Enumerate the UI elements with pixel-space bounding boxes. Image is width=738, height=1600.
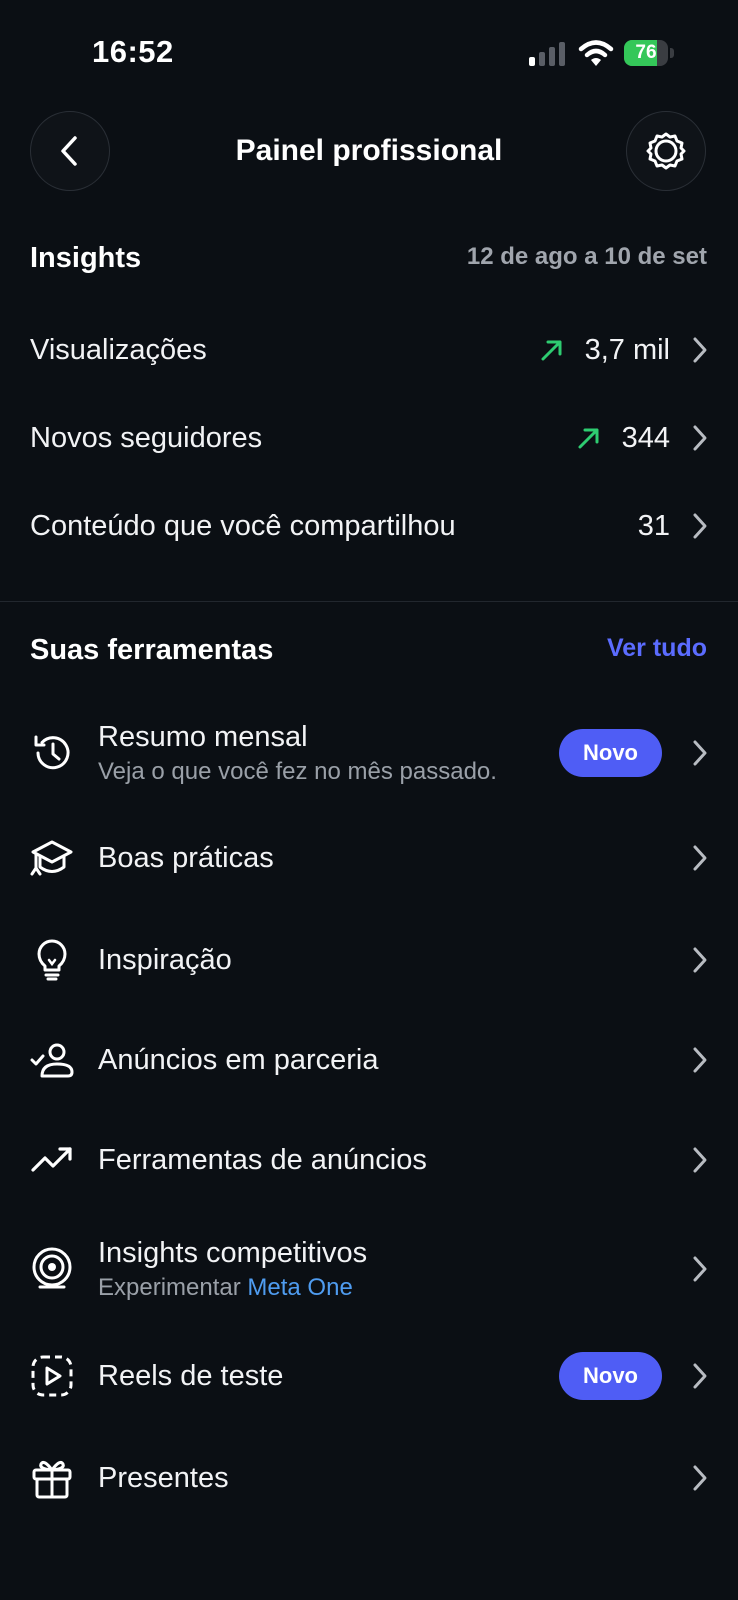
tool-item-competitive-insights[interactable]: Insights competitivos Experimentar Meta … bbox=[30, 1224, 708, 1314]
insights-title: Insights bbox=[30, 242, 142, 274]
see-all-link[interactable]: Ver tudo bbox=[607, 634, 707, 663]
user-check-icon bbox=[30, 1043, 74, 1078]
tool-item-partnership-ads[interactable]: Anúncios em parceria bbox=[30, 1020, 708, 1100]
section-divider bbox=[0, 601, 738, 602]
broadcast-icon bbox=[32, 1247, 72, 1289]
tools-title: Suas ferramentas bbox=[30, 634, 274, 666]
reels-test-icon bbox=[31, 1355, 73, 1397]
insight-row-followers[interactable]: Novos seguidores 344 bbox=[30, 408, 708, 468]
tool-item-gifts[interactable]: Presentes bbox=[30, 1438, 708, 1518]
tool-label: Presentes bbox=[98, 1462, 229, 1494]
date-range: 12 de ago a 10 de set bbox=[466, 243, 707, 270]
insight-label: Novos seguidores bbox=[30, 421, 263, 454]
insight-value: 344 bbox=[621, 421, 670, 454]
battery-icon: 76 bbox=[624, 40, 668, 66]
history-clock-icon bbox=[34, 735, 70, 770]
new-badge: Novo bbox=[559, 729, 662, 777]
tool-item-best-practices[interactable]: Boas práticas bbox=[30, 818, 708, 898]
insight-label: Conteúdo que você compartilhou bbox=[30, 509, 456, 542]
tool-item-inspiration[interactable]: Inspiração bbox=[30, 920, 708, 1000]
chevron-right-icon bbox=[693, 1363, 707, 1389]
battery-text: 76 bbox=[635, 42, 657, 63]
tool-item-monthly-summary[interactable]: Resumo mensal Veja o que você fez no mês… bbox=[30, 708, 708, 798]
chevron-right-icon bbox=[693, 1047, 707, 1073]
new-badge: Novo bbox=[559, 1352, 662, 1400]
tool-item-ad-tools[interactable]: Ferramentas de anúncios bbox=[30, 1120, 708, 1200]
tool-subtitle: Veja o que você fez no mês passado. bbox=[98, 758, 497, 785]
insight-row-views[interactable]: Visualizações 3,7 mil bbox=[30, 320, 708, 380]
tool-label: Boas práticas bbox=[98, 842, 274, 874]
insight-row-content[interactable]: Conteúdo que você compartilhou 31 bbox=[30, 496, 708, 556]
chevron-right-icon bbox=[693, 337, 707, 363]
trend-up-icon bbox=[541, 340, 562, 361]
chevron-right-icon bbox=[693, 1256, 707, 1282]
chevron-right-icon bbox=[693, 947, 707, 973]
graduation-cap-icon bbox=[30, 840, 73, 876]
battery-tip bbox=[670, 48, 674, 58]
cellular-signal-icon bbox=[529, 42, 565, 66]
tool-label: Ferramentas de anúncios bbox=[98, 1144, 427, 1176]
tool-subtitle: Experimentar Meta One bbox=[98, 1273, 692, 1303]
battery-indicator: 76 bbox=[624, 40, 676, 68]
trend-up-icon bbox=[578, 428, 599, 449]
insight-value: 31 bbox=[637, 509, 670, 542]
gift-icon bbox=[32, 1461, 72, 1499]
chevron-right-icon bbox=[693, 1147, 707, 1173]
tool-label: Insights competitivos bbox=[98, 1237, 368, 1269]
meta-one-link[interactable]: Meta One bbox=[247, 1274, 352, 1301]
chevron-right-icon bbox=[693, 845, 707, 871]
chevron-right-icon bbox=[693, 740, 707, 766]
tool-item-test-reels[interactable]: Reels de teste Novo bbox=[30, 1336, 708, 1416]
insight-value: 3,7 mil bbox=[584, 333, 670, 366]
wifi-icon bbox=[578, 40, 614, 66]
chevron-right-icon bbox=[693, 1465, 707, 1491]
settings-button[interactable] bbox=[626, 111, 706, 191]
tool-label: Resumo mensal bbox=[98, 721, 308, 753]
gear-icon bbox=[646, 132, 686, 170]
chevron-right-icon bbox=[693, 513, 707, 539]
chevron-right-icon bbox=[693, 425, 707, 451]
lightbulb-icon bbox=[37, 939, 67, 981]
tool-label: Anúncios em parceria bbox=[98, 1044, 379, 1076]
tool-label: Inspiração bbox=[98, 944, 232, 976]
trending-up-icon bbox=[31, 1147, 72, 1172]
status-time: 16:52 bbox=[92, 34, 174, 69]
insight-label: Visualizações bbox=[30, 333, 207, 366]
tool-label: Reels de teste bbox=[98, 1360, 284, 1392]
subtitle-prefix: Experimentar bbox=[98, 1274, 241, 1301]
